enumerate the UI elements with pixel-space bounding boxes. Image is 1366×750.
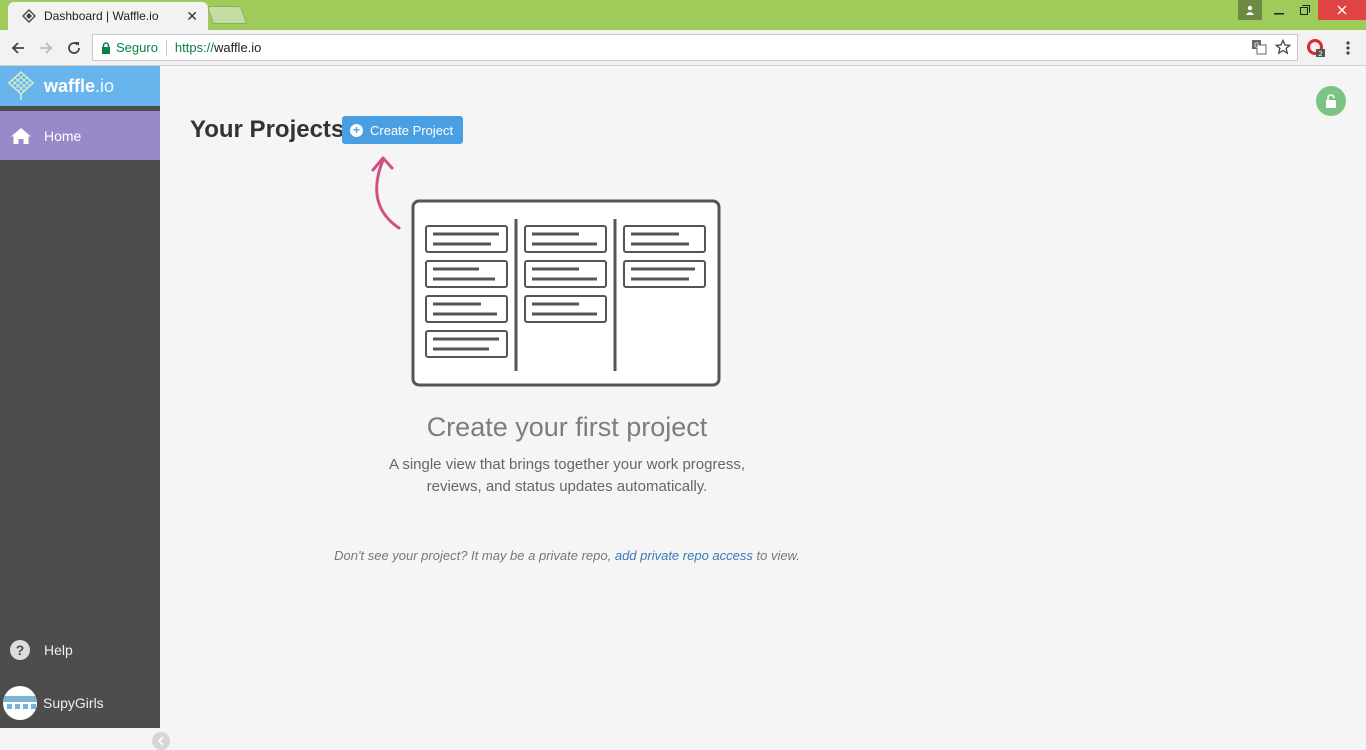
help-question-icon: ? (10, 640, 30, 660)
extension-badge: 2 (1318, 50, 1322, 58)
tab-title: Dashboard | Waffle.io (44, 9, 159, 23)
address-bar[interactable]: Seguro https://waffle.io G (92, 34, 1298, 61)
avatar (3, 686, 37, 720)
svg-text:G: G (1254, 42, 1259, 50)
url-scheme: https:// (174, 40, 214, 55)
address-bar-actions: G (1251, 38, 1292, 58)
secure-lock-icon (101, 41, 111, 54)
note-suffix: to view. (752, 548, 800, 563)
home-icon (10, 127, 34, 145)
create-project-label: Create Project (370, 122, 454, 138)
brand-suffix: .io (95, 75, 115, 96)
reload-icon[interactable] (64, 38, 84, 58)
empty-state-description: A single view that brings together your … (388, 456, 745, 495)
pointer-arrow-icon (371, 156, 401, 230)
sidebar-item-home[interactable]: Home (0, 111, 160, 160)
note-prefix: Don't see your project? It may be a priv… (334, 548, 615, 563)
main-content: Your Projects + Create Project Create yo… (160, 66, 1366, 728)
back-arrow-icon[interactable] (8, 38, 28, 58)
sidebar-user[interactable]: SupyGirls (3, 686, 104, 720)
forward-arrow-icon[interactable] (36, 38, 56, 58)
create-project-button[interactable]: + Create Project (342, 116, 464, 144)
collapse-sidebar-icon[interactable] (152, 732, 170, 750)
minimize-icon[interactable] (1266, 0, 1292, 20)
tab-close-icon[interactable]: ✕ (186, 8, 198, 25)
opera-extension-icon[interactable]: 2 (1306, 38, 1326, 58)
sidebar: waffle .io Home ? Help SupyGirls (0, 66, 170, 750)
bookmark-star-icon[interactable] (1274, 38, 1292, 58)
kanban-board-illustration-icon (411, 199, 721, 387)
url-host: waffle.io (213, 40, 262, 55)
private-repo-note: Don't see your project? It may be a priv… (160, 548, 974, 563)
address-separator (165, 39, 167, 56)
sidebar-item-label: Home (44, 127, 82, 144)
user-name: SupyGirls (43, 695, 104, 711)
new-tab-button[interactable] (206, 6, 248, 24)
brand-name: waffle (44, 75, 96, 96)
browser-tab[interactable]: Dashboard | Waffle.io ✕ (8, 2, 208, 30)
browser-menu-icon[interactable] (1338, 38, 1358, 58)
close-window-icon[interactable] (1318, 0, 1366, 20)
user-profile-icon[interactable] (1238, 0, 1262, 20)
brand-logo[interactable]: waffle .io (0, 66, 160, 106)
security-label: Seguro (116, 40, 158, 55)
add-private-repo-access-link[interactable]: add private repo access (615, 548, 753, 563)
browser-titlebar: Dashboard | Waffle.io ✕ (0, 0, 1366, 30)
empty-state-title: Create your first project (426, 412, 708, 442)
page-title: Your Projects (190, 116, 345, 143)
unlock-icon[interactable] (1316, 86, 1346, 116)
waffle-logo-icon (8, 71, 34, 101)
browser-toolbar: Seguro https://waffle.io G 2 (0, 30, 1366, 66)
sidebar-item-label: Help (44, 642, 73, 658)
translate-icon[interactable]: G (1251, 39, 1267, 58)
waffle-favicon-icon (22, 9, 36, 23)
restore-icon[interactable] (1292, 0, 1318, 20)
sidebar-item-help[interactable]: ? Help (10, 640, 73, 660)
plus-circle-icon: + (350, 123, 363, 137)
